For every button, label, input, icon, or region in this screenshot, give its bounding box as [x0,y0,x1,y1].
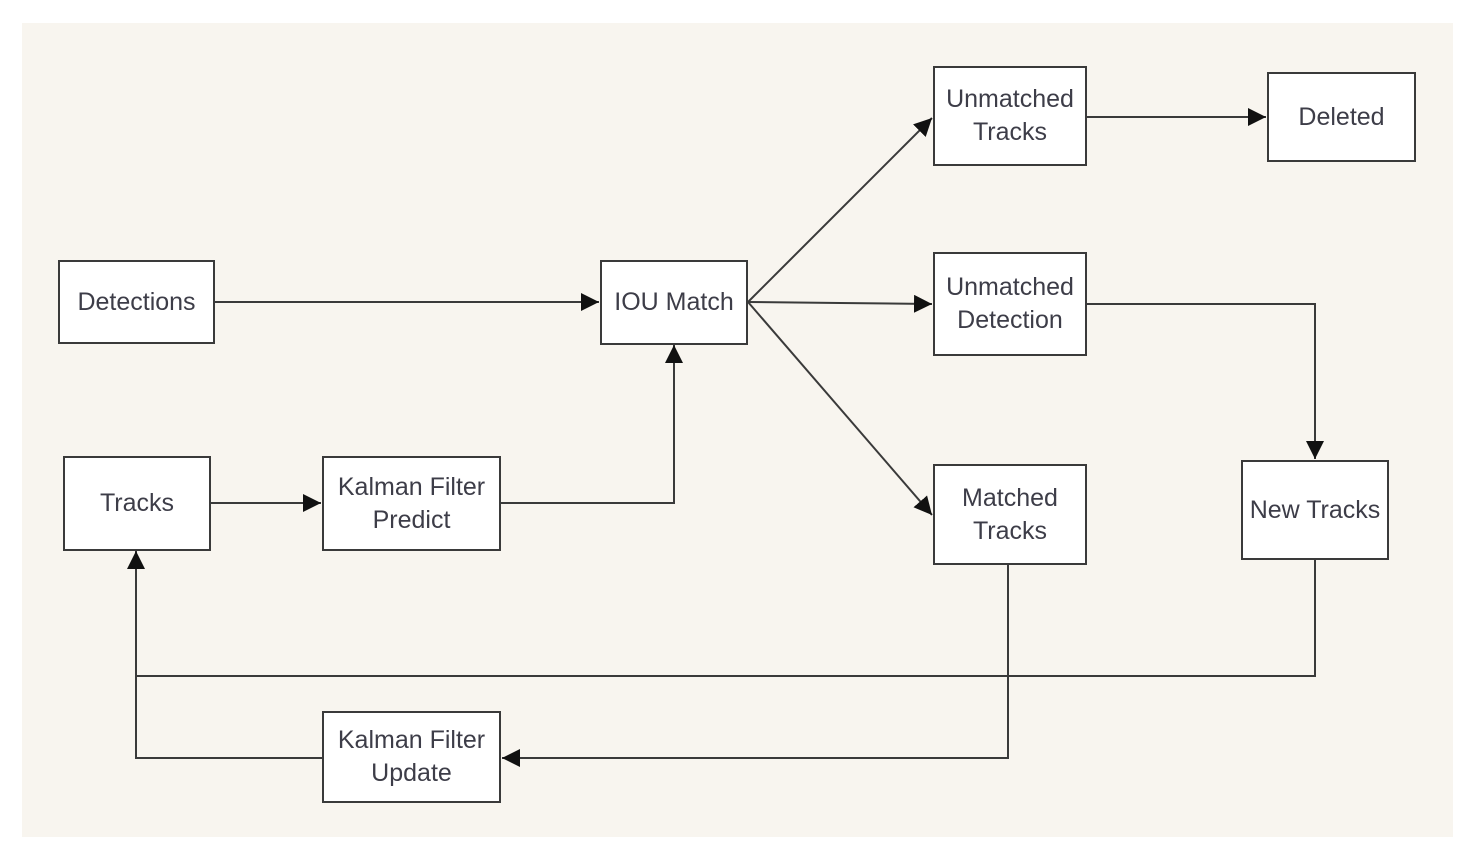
edge-kf-predict-to-iou-match [501,345,683,504]
node-label: Unmatched Detection [946,273,1074,334]
node-iou-match: IOU Match [600,260,748,345]
node-kalman-filter-predict: Kalman Filter Predict [322,456,501,551]
edge-matched-tracks-to-kf-update [502,565,1009,767]
node-label: Kalman Filter Predict [337,472,486,534]
node-label: Unmatched Tracks [946,85,1074,146]
edge-new-tracks-to-tracks [136,560,1316,677]
node-unmatched-detection: Unmatched Detection [933,252,1087,356]
node-unmatched-tracks: Unmatched Tracks [933,66,1087,166]
edge-unmatched-detection-to-new-tracks [1087,303,1324,459]
node-label: Kalman Filter Update [337,726,486,787]
node-detections: Detections [58,260,215,344]
node-label: Tracks [99,489,175,517]
node-deleted: Deleted [1267,72,1416,162]
node-label: New Tracks [1249,495,1381,524]
node-label: IOU Match [614,288,734,316]
node-tracks: Tracks [63,456,211,551]
edge-iou-to-matched-tracks [747,301,933,516]
node-matched-tracks: Matched Tracks [933,464,1087,565]
node-new-tracks: New Tracks [1241,460,1389,560]
connector-layer [127,108,1324,767]
node-label: Deleted [1298,102,1385,131]
edge-iou-to-unmatched-detection [747,294,933,313]
node-label: Matched Tracks [962,483,1058,545]
edge-iou-to-unmatched-tracks [747,117,933,303]
node-kalman-filter-update: Kalman Filter Update [322,711,501,803]
node-label: Detections [77,287,196,316]
edge-kf-update-to-tracks [127,551,322,759]
